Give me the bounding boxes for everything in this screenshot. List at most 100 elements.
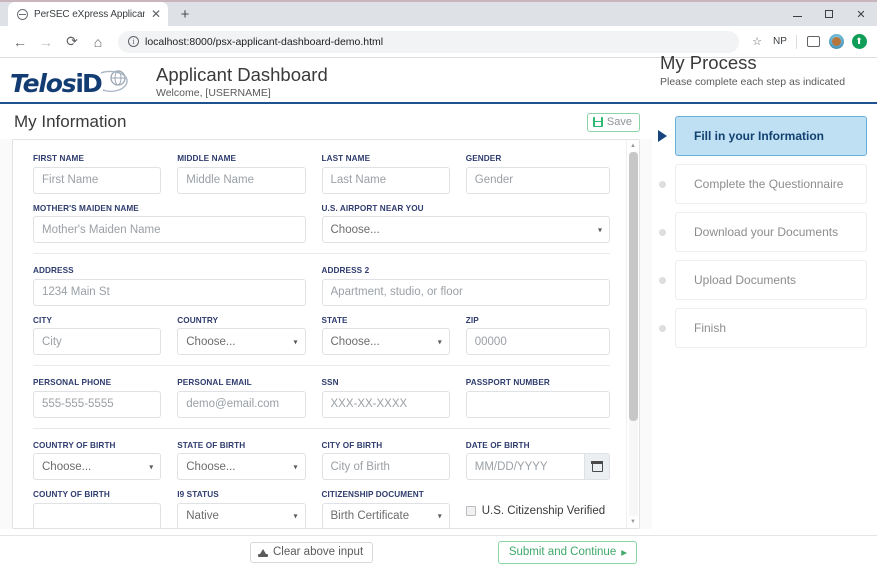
bookmark-star-icon[interactable]: ☆ [747, 32, 767, 52]
reload-icon[interactable]: ⟳ [60, 30, 84, 54]
label-date-of-birth: Date of Birth [465, 440, 530, 450]
new-tab-button[interactable]: + [174, 3, 196, 25]
cast-icon[interactable] [803, 32, 823, 52]
process-step-4[interactable]: Upload Documents [656, 260, 867, 300]
step-label-upload-documents[interactable]: Upload Documents [675, 260, 867, 300]
field-county-of-birth: County of Birth [33, 490, 177, 528]
browser-tab[interactable]: PerSEC eXpress Applicant Dashb ✕ [8, 2, 168, 26]
field-personal-phone: Personal Phone [33, 378, 177, 418]
label-country: Country [177, 315, 219, 325]
scroll-down-icon[interactable]: ▼ [630, 518, 636, 526]
close-icon[interactable]: ✕ [151, 8, 161, 20]
zip-input[interactable] [465, 328, 610, 355]
personal-phone-input[interactable] [33, 390, 162, 418]
field-state-of-birth: State of Birth [177, 441, 321, 480]
save-button[interactable]: Save [586, 112, 640, 132]
label-personal-phone: Personal Phone [33, 378, 112, 387]
address-row: Address Address 2 [33, 266, 610, 306]
citizenship-verified-checkbox[interactable] [465, 506, 476, 516]
i9-status-select[interactable] [177, 502, 306, 528]
date-of-birth-group [465, 453, 610, 480]
step-marker [656, 324, 668, 332]
page-content: Telos iD Applicant Dashboard Welcome, [US… [0, 52, 877, 569]
gender-input[interactable] [465, 166, 610, 194]
field-last-name: Last Name [321, 154, 466, 194]
dot-icon [658, 228, 666, 236]
submit-button-label: Submit and Continue [508, 546, 617, 558]
home-icon[interactable]: ⌂ [86, 30, 110, 54]
citizenship-document-select[interactable] [321, 502, 450, 528]
address-input[interactable] [33, 278, 306, 306]
dot-icon [658, 180, 666, 188]
airport-select[interactable] [321, 216, 610, 243]
window-close-button[interactable]: ✕ [845, 2, 877, 26]
address2-input[interactable] [321, 278, 610, 306]
label-i9-status: I9 Status [177, 490, 219, 499]
app-header: Telos iD Applicant Dashboard Welcome, [US… [0, 52, 877, 102]
address-bar[interactable]: i localhost:8000/psx-applicant-dashboard… [118, 30, 739, 53]
minimize-button[interactable] [781, 2, 813, 26]
state-of-birth-select-wrap [177, 453, 306, 480]
state-select[interactable] [321, 328, 450, 355]
scrollbar-thumb[interactable] [628, 152, 638, 422]
maximize-button[interactable] [813, 2, 845, 26]
field-i9-status: I9 Status [177, 490, 321, 528]
process-step-5[interactable]: Finish [656, 308, 867, 348]
process-header: My Process Please complete each step as … [660, 52, 875, 88]
city-of-birth-input[interactable] [321, 453, 450, 480]
site-info-icon[interactable]: i [128, 36, 139, 47]
step-label-download-documents[interactable]: Download your Documents [675, 212, 867, 252]
header-titles: Applicant Dashboard Welcome, [USERNAME] [152, 64, 328, 102]
personal-email-input[interactable] [177, 390, 306, 418]
country-select[interactable] [177, 328, 306, 355]
label-citizenship-document: Citizenship Document [321, 490, 424, 499]
first-name-input[interactable] [33, 166, 162, 194]
city-input[interactable] [33, 328, 162, 355]
country-of-birth-select[interactable] [33, 453, 162, 480]
calendar-icon[interactable] [584, 453, 610, 480]
label-zip: Zip [465, 315, 479, 325]
back-icon[interactable]: ← [8, 30, 32, 54]
process-step-1[interactable]: Fill in your Information [656, 116, 867, 156]
forward-icon[interactable]: → [34, 30, 58, 54]
save-button-label: Save [606, 115, 632, 128]
passport-number-input[interactable] [465, 390, 610, 418]
field-city: City [33, 316, 177, 355]
clear-above-input-button[interactable]: Clear above input [250, 542, 374, 563]
name-row: First Name Middle Name Last Name [33, 154, 610, 194]
profile-initials[interactable]: NP [770, 32, 790, 52]
field-middle-name: Middle Name [177, 154, 321, 194]
step-label-finish[interactable]: Finish [675, 308, 867, 348]
date-of-birth-input[interactable] [465, 453, 584, 480]
scroll-up-icon[interactable]: ▲ [630, 142, 636, 150]
logo-telos-text: Telos [10, 68, 77, 98]
section-header: My Information Save [0, 104, 652, 139]
citizenship-document-select-wrap [321, 502, 450, 528]
submit-and-continue-button[interactable]: Submit and Continue ▸ [497, 541, 637, 564]
state-of-birth-select[interactable] [177, 453, 306, 480]
citizenship-verified-label: U.S. Citizenship Verified [481, 505, 606, 517]
last-name-input[interactable] [321, 166, 450, 194]
field-zip: Zip [465, 315, 610, 355]
process-title: My Process [660, 52, 757, 73]
field-address: Address [33, 266, 322, 306]
label-personal-email: Personal Email [177, 378, 252, 387]
middle-name-input[interactable] [177, 166, 306, 194]
toolbar-right: ☆ NP ⬆ [747, 32, 869, 52]
extension-icon[interactable]: ⬆ [849, 32, 869, 52]
field-state: State [321, 316, 466, 355]
mothers-maiden-name-input[interactable] [33, 216, 306, 243]
field-airport: U.S. Airport Near You [321, 204, 610, 243]
county-of-birth-input[interactable] [33, 502, 162, 528]
scrollbar-track[interactable] [628, 152, 638, 516]
step-label-fill-information[interactable]: Fill in your Information [675, 116, 867, 156]
process-step-3[interactable]: Download your Documents [656, 212, 867, 252]
step-label-questionnaire[interactable]: Complete the Questionnaire [675, 164, 867, 204]
avatar[interactable] [826, 32, 846, 52]
ssn-input[interactable] [321, 390, 450, 418]
birth-row: Country of Birth State of Birth [33, 440, 610, 480]
body-area: My Information Save First Name [0, 104, 877, 529]
form-scrollbar[interactable]: ▲ ▼ [626, 140, 639, 528]
i9-status-select-wrap [177, 502, 306, 528]
process-step-2[interactable]: Complete the Questionnaire [656, 164, 867, 204]
